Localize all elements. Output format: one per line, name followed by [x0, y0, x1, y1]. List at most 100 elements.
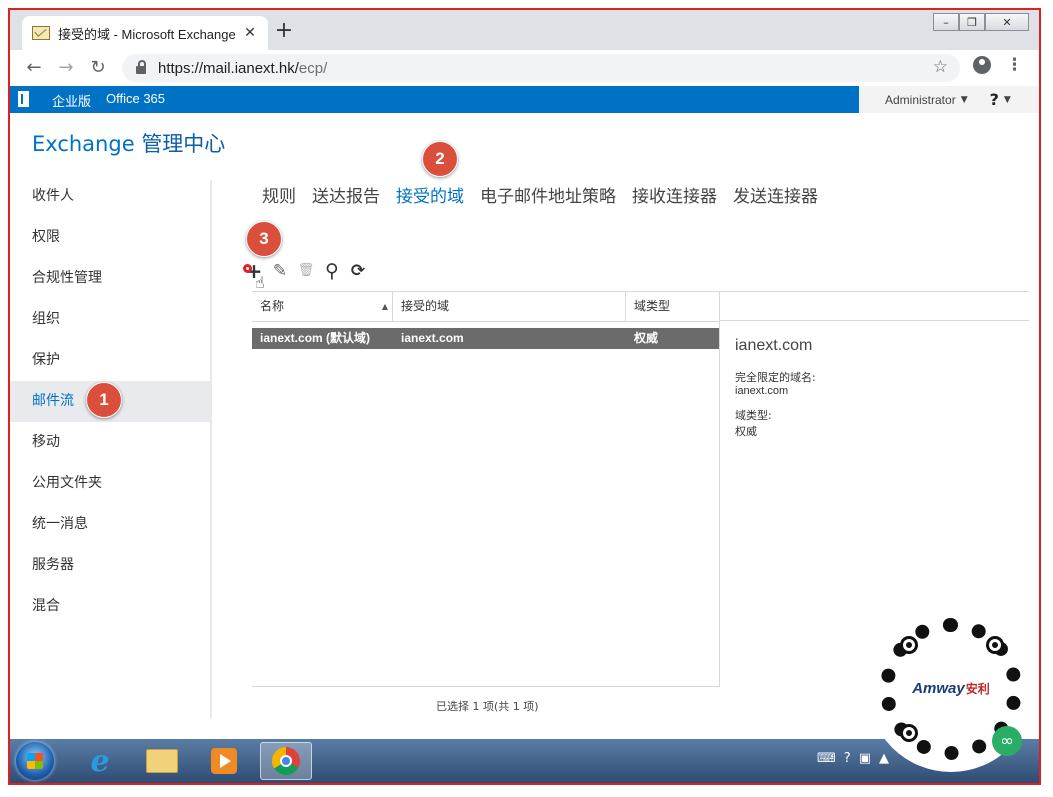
brand-label[interactable]: 企业版 — [52, 91, 91, 110]
title-prefix: Exchange — [32, 132, 135, 156]
details-header-line — [720, 320, 1029, 321]
office-logo-icon[interactable] — [18, 91, 29, 107]
window-controls: – ❐ ✕ — [933, 13, 1029, 31]
cell-type: 权威 — [634, 331, 659, 345]
tray-expand-icon[interactable]: ▲ — [879, 751, 889, 766]
click-highlight-icon — [243, 264, 252, 273]
nav-item-unified-messaging[interactable]: 统一消息 — [10, 504, 210, 545]
nav-item-compliance[interactable]: 合规性管理 — [10, 258, 210, 299]
details-title: ianext.com — [735, 337, 813, 354]
tab-receive-connectors[interactable]: 接收连接器 — [632, 182, 717, 207]
tab-rules[interactable]: 规则 — [262, 182, 296, 207]
column-header-type[interactable]: 域类型 — [626, 292, 719, 321]
browser-tabstrip: 接受的域 - Microsoft Exchange ✕ + – ❐ ✕ — [10, 10, 1039, 50]
user-menu[interactable]: Administrator — [885, 93, 956, 107]
user-area: Administrator ▼ ? ▼ — [859, 86, 1039, 113]
details-divider — [719, 291, 720, 687]
media-player-icon[interactable] — [198, 742, 250, 780]
grid-bottom-line — [252, 686, 719, 687]
sub-tabs: 规则 送达报告 接受的域 电子邮件地址策略 接收连接器 发送连接器 — [262, 182, 834, 207]
chevron-down-icon[interactable]: ▼ — [961, 95, 968, 105]
office-365-link[interactable]: Office 365 — [106, 91, 165, 106]
system-tray: ⌨ ? ▣ ▲ — [817, 751, 889, 766]
delete-icon[interactable]: 🗑 — [294, 261, 318, 281]
browser-menu-icon[interactable]: ⋮ — [1006, 55, 1023, 75]
nav-item-mobile[interactable]: 移动 — [10, 422, 210, 463]
amway-logo: Amway 安利 — [910, 658, 992, 718]
maximize-button[interactable]: ❐ — [959, 13, 985, 31]
internet-explorer-icon[interactable]: e — [74, 742, 126, 780]
column-label: 名称 — [260, 299, 285, 313]
qr-eye-icon — [986, 636, 1004, 654]
step-badge-2: 2 — [422, 141, 458, 177]
url-path: ecp/ — [298, 59, 328, 77]
cell-domain: ianext.com — [401, 331, 464, 345]
url-text: https://mail.ianext.hk/ecp/ — [158, 60, 327, 77]
page-title: Exchange 管理中心 — [32, 128, 225, 158]
exchange-favicon-icon — [32, 26, 50, 40]
nav-item-public-folders[interactable]: 公用文件夹 — [10, 463, 210, 504]
nav-item-recipients[interactable]: 收件人 — [10, 176, 210, 217]
amway-brand-cn: 安利 — [965, 681, 990, 696]
help-tray-icon[interactable]: ? — [844, 751, 851, 766]
nav-item-label: 邮件流 — [32, 393, 74, 409]
nav-divider — [210, 180, 212, 718]
column-header-domain[interactable]: 接受的域 — [393, 292, 626, 321]
nav-item-servers[interactable]: 服务器 — [10, 545, 210, 586]
tab-delivery-reports[interactable]: 送达报告 — [312, 182, 380, 207]
hand-pointer-icon: ☝ — [255, 273, 265, 292]
reload-button[interactable]: ↻ — [86, 56, 110, 80]
help-icon[interactable]: ? — [990, 90, 999, 109]
nav-item-organization[interactable]: 组织 — [10, 299, 210, 340]
fqdn-label: 完全限定的域名: — [735, 371, 816, 384]
chevron-down-icon[interactable]: ▼ — [1004, 95, 1011, 105]
forward-button[interactable]: → — [54, 56, 78, 80]
column-header-name[interactable]: 名称 ▲ — [252, 292, 393, 321]
close-tab-icon[interactable]: ✕ — [242, 25, 258, 41]
edit-icon[interactable]: ✎ — [268, 261, 292, 281]
browser-tab[interactable]: 接受的域 - Microsoft Exchange ✕ — [22, 16, 268, 50]
step-badge-1: 1 — [86, 382, 122, 418]
nav-item-hybrid[interactable]: 混合 — [10, 586, 210, 627]
grid-header: 名称 ▲ 接受的域 域类型 — [252, 291, 719, 322]
tab-title: 接受的域 - Microsoft Exchange — [58, 26, 236, 42]
url-host: https://mail.ianext.hk/ — [158, 59, 299, 77]
tab-email-address-policies[interactable]: 电子邮件地址策略 — [480, 182, 616, 207]
windows-start-icon[interactable] — [16, 742, 54, 780]
file-explorer-icon[interactable] — [136, 742, 188, 780]
keyboard-icon[interactable]: ⌨ — [817, 751, 836, 766]
amway-brand: Amway — [912, 679, 965, 697]
nav-item-permissions[interactable]: 权限 — [10, 217, 210, 258]
search-icon[interactable]: ⚲ — [320, 261, 344, 281]
details-pane: ianext.com 完全限定的域名: ianext.com 域类型: 权威 — [735, 337, 1015, 449]
account-icon[interactable] — [973, 56, 991, 74]
cell-name: ianext.com (默认域) — [260, 331, 371, 345]
selection-status: 已选择 1 项(共 1 项) — [436, 700, 539, 713]
step-badge-3: 3 — [246, 221, 282, 257]
nav-item-protection[interactable]: 保护 — [10, 340, 210, 381]
refresh-icon[interactable]: ⟳ — [346, 261, 370, 281]
tab-accepted-domains[interactable]: 接受的域 — [396, 182, 464, 207]
qr-eye-icon — [900, 724, 918, 742]
qr-eye-icon — [900, 636, 918, 654]
browser-toolbar: ← → ↻ https://mail.ianext.hk/ecp/ ☆ ⋮ — [10, 50, 1039, 87]
window-close-button[interactable]: ✕ — [985, 13, 1029, 31]
qr-code-overlay: Amway 安利 ∞ — [868, 606, 1034, 772]
new-tab-button[interactable]: + — [272, 20, 296, 42]
network-icon[interactable]: ▣ — [859, 751, 871, 766]
sort-ascending-icon: ▲ — [381, 302, 388, 311]
bookmark-star-icon[interactable]: ☆ — [933, 57, 948, 77]
address-bar[interactable]: https://mail.ianext.hk/ecp/ ☆ — [122, 54, 960, 82]
domain-type-value: 权威 — [735, 426, 757, 438]
screenshot-frame: 接受的域 - Microsoft Exchange ✕ + – ❐ ✕ ← → … — [8, 8, 1041, 785]
minimize-button[interactable]: – — [933, 13, 959, 31]
details-top-line — [720, 291, 1029, 292]
chrome-icon[interactable] — [260, 742, 312, 780]
mini-program-icon: ∞ — [992, 726, 1022, 756]
lock-icon — [136, 60, 146, 74]
table-row[interactable]: ianext.com (默认域) ianext.com 权威 — [252, 328, 719, 349]
title-main: 管理中心 — [141, 132, 226, 156]
tab-send-connectors[interactable]: 发送连接器 — [733, 182, 818, 207]
windows-taskbar: e ⌨ ? ▣ ▲ — [10, 739, 1039, 783]
back-button[interactable]: ← — [22, 56, 46, 80]
